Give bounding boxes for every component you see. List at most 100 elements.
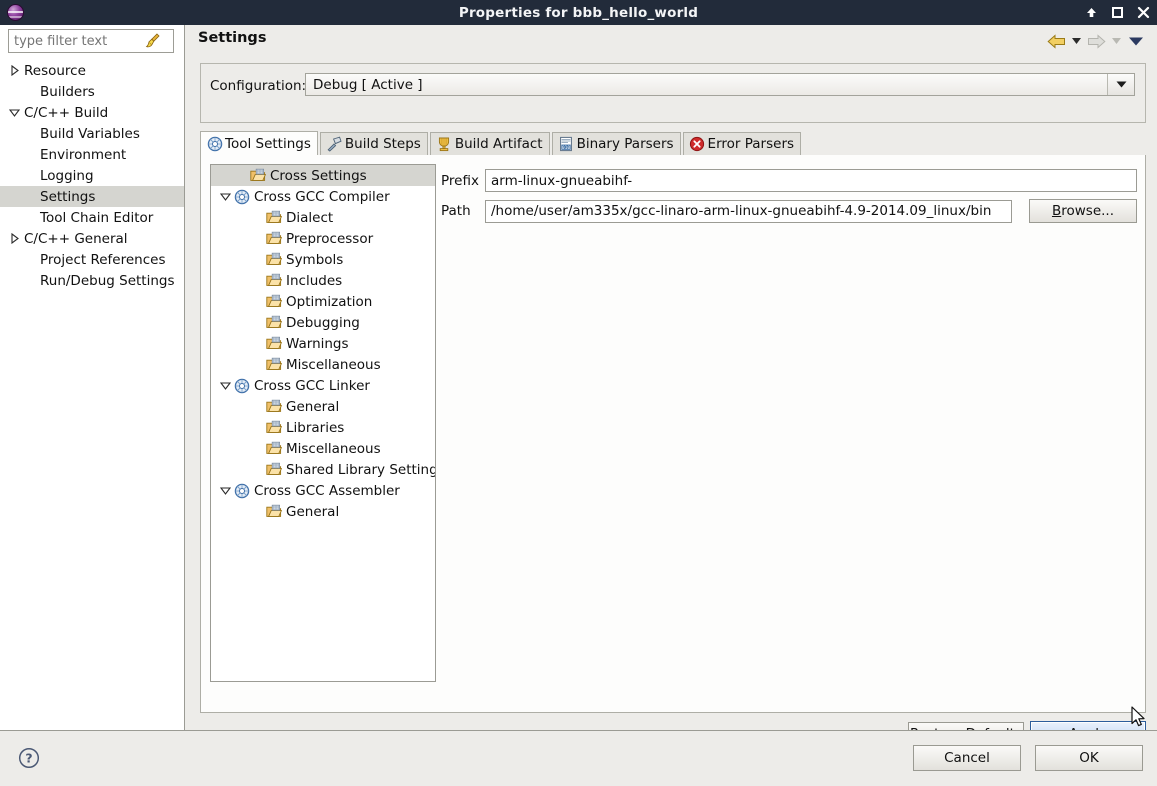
tool-settings-icon (206, 135, 223, 152)
tool-tree-item[interactable]: Miscellaneous (211, 438, 435, 459)
folder-icon (249, 167, 267, 184)
tool-tree-item[interactable]: Libraries (211, 417, 435, 438)
browse-button[interactable]: Browse... (1029, 199, 1137, 223)
tool-tree-item-label: Cross GCC Assembler (254, 482, 400, 499)
dialog-button-row: Cancel OK (913, 745, 1143, 771)
tool-tree: Cross Settings Cross GCC Compiler Dialect P… (210, 164, 436, 682)
tool-tree-item[interactable]: Preprocessor (211, 228, 435, 249)
configuration-value: Debug [ Active ] (313, 76, 423, 93)
tool-tree-item[interactable]: Shared Library Settings (211, 459, 435, 480)
tool-tree-item[interactable]: Cross GCC Assembler (211, 480, 435, 501)
folder-icon (265, 419, 283, 436)
sidebar-item-c-c-general[interactable]: C/C++ General (0, 228, 184, 249)
configuration-group: Configuration: Debug [ Active ] (200, 63, 1146, 123)
chevron-down-icon[interactable] (1107, 74, 1134, 95)
sidebar-item-label: C/C++ Build (24, 104, 109, 121)
tool-tree-item-label: Shared Library Settings (286, 461, 436, 478)
menu-caret-icon[interactable] (1125, 31, 1147, 51)
tab-tool-settings[interactable]: Tool Settings (200, 131, 318, 156)
binary-doc-icon: 010 (558, 136, 575, 153)
close-button[interactable] (1136, 5, 1151, 20)
back-arrow-icon[interactable] (1045, 31, 1067, 51)
tool-tree-item[interactable]: Cross Settings (211, 165, 435, 186)
sidebar-item-build-variables[interactable]: Build Variables (0, 123, 184, 144)
error-icon (689, 136, 706, 153)
sidebar-item-tool-chain-editor[interactable]: Tool Chain Editor (0, 207, 184, 228)
tool-tree-item[interactable]: General (211, 501, 435, 522)
sidebar-item-resource[interactable]: Resource (0, 60, 184, 81)
tool-tree-item[interactable]: Optimization (211, 291, 435, 312)
tool-tree-item-label: Miscellaneous (286, 356, 381, 373)
tool-tree-item[interactable]: General (211, 396, 435, 417)
tool-tree-item-label: Cross GCC Linker (254, 377, 370, 394)
twisty-expanded-icon[interactable] (217, 378, 233, 394)
tool-tree-item-label: General (286, 503, 340, 520)
properties-dialog: Properties for bbb_hello_world type filt… (0, 0, 1157, 786)
folder-icon (265, 461, 283, 478)
twisty-collapsed-icon[interactable] (6, 63, 22, 79)
tool-tree-item[interactable]: Cross GCC Linker (211, 375, 435, 396)
sidebar-item-label: Run/Debug Settings (40, 272, 175, 289)
twisty-expanded-icon[interactable] (6, 105, 22, 121)
tool-tree-item[interactable]: Includes (211, 270, 435, 291)
settings-page: Settings Configuration: Debug [Active]… (186, 25, 1157, 746)
tool-tree-item-label: Warnings (286, 335, 349, 352)
path-input[interactable]: /home/user/am335x/gcc-linaro-arm-linux-g… (485, 199, 1012, 223)
sidebar-item-builders[interactable]: Builders (0, 81, 184, 102)
tool-tree-item-label: Libraries (286, 419, 345, 436)
tool-tree-item[interactable]: Cross GCC Compiler (211, 186, 435, 207)
sidebar-item-settings[interactable]: Settings (0, 186, 184, 207)
back-dropdown-caret-icon[interactable] (1070, 31, 1082, 51)
help-icon[interactable]: ? (18, 747, 40, 769)
configuration-combo[interactable]: Debug [ Active ] (305, 73, 1135, 96)
dialog-footer: ? Cancel OK (0, 730, 1157, 786)
sidebar-item-environment[interactable]: Environment (0, 144, 184, 165)
tab-error-parsers[interactable]: Error Parsers (682, 132, 802, 155)
twisty-expanded-icon[interactable] (217, 483, 233, 499)
sidebar-item-logging[interactable]: Logging (0, 165, 184, 186)
tool-icon (233, 377, 251, 394)
tab-build-artifact[interactable]: Build Artifact (429, 132, 550, 155)
prefix-input[interactable]: arm-linux-gnueabihf- (485, 169, 1137, 192)
forward-dropdown-caret-icon (1110, 31, 1122, 51)
folder-icon (265, 293, 283, 310)
broom-icon[interactable] (141, 31, 163, 51)
shade-button[interactable] (1084, 5, 1099, 20)
path-row: Path /home/user/am335x/gcc-linaro-arm-li… (441, 199, 1137, 223)
tool-tree-item-label: Cross Settings (270, 167, 367, 184)
twisty-collapsed-icon[interactable] (6, 231, 22, 247)
cancel-button[interactable]: Cancel (913, 745, 1021, 771)
twisty-expanded-icon[interactable] (217, 189, 233, 205)
tab-build-steps[interactable]: Build Steps (319, 132, 428, 155)
sidebar-item-run-debug-settings[interactable]: Run/Debug Settings (0, 270, 184, 291)
sidebar-item-c-c-build[interactable]: C/C++ Build (0, 102, 184, 123)
tool-tree-item[interactable]: Dialect (211, 207, 435, 228)
tool-tree-item[interactable]: Miscellaneous (211, 354, 435, 375)
window-title: Properties for bbb_hello_world (458, 4, 699, 21)
sidebar-item-project-references[interactable]: Project References (0, 249, 184, 270)
svg-text:010: 010 (562, 145, 571, 151)
filter-box[interactable] (8, 29, 174, 53)
tool-tree-item[interactable]: Debugging (211, 312, 435, 333)
search-input[interactable] (9, 31, 141, 51)
ok-button[interactable]: OK (1035, 745, 1143, 771)
artifact-icon (436, 136, 453, 153)
tool-tree-item-label: Preprocessor (286, 230, 374, 247)
tool-tree-item[interactable]: Warnings (211, 333, 435, 354)
tab-binary-parsers[interactable]: 010 Binary Parsers (551, 132, 681, 155)
tool-tree-item-label: Dialect (286, 209, 334, 226)
prefix-row: Prefix arm-linux-gnueabihf- (441, 169, 1137, 192)
folder-icon (265, 503, 283, 520)
maximize-button[interactable] (1110, 5, 1125, 20)
tool-tree-item[interactable]: Symbols (211, 249, 435, 270)
folder-icon (265, 314, 283, 331)
